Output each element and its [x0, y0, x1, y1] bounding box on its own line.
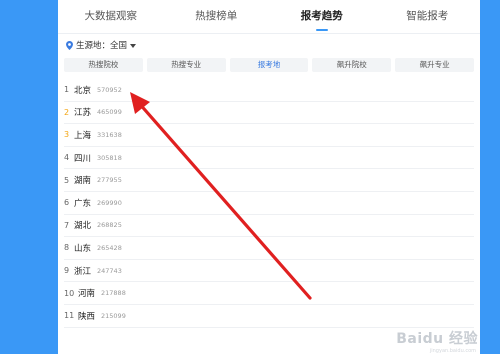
- region-count: 269990: [97, 198, 122, 207]
- region-count: 265428: [97, 243, 122, 252]
- rank-number: 5: [64, 175, 70, 185]
- right-background-frame: [480, 0, 500, 354]
- region-count: 305818: [97, 153, 122, 162]
- watermark-url: jingyan.baidu.com: [429, 348, 476, 354]
- region-count: 268825: [97, 221, 122, 230]
- origin-filter-dropdown[interactable]: 生源地：全国: [66, 38, 137, 52]
- list-item[interactable]: 6 广东 269990: [64, 192, 474, 215]
- region-name: 上海: [74, 130, 92, 141]
- region-count: 465099: [97, 108, 122, 117]
- region-name: 湖南: [74, 176, 92, 187]
- list-item[interactable]: 5 湖南 277955: [64, 169, 474, 192]
- list-item[interactable]: 8 山东 265428: [64, 237, 474, 260]
- tab-hot-search[interactable]: 热搜榜单: [164, 0, 270, 33]
- region-name: 湖北: [74, 221, 92, 232]
- tab-big-data[interactable]: 大数据观察: [58, 0, 164, 33]
- list-item[interactable]: 11 陕西 215099: [64, 305, 474, 328]
- rank-number: 3: [64, 130, 70, 140]
- rank-number: 6: [64, 198, 70, 208]
- list-item[interactable]: 2 江苏 465099: [64, 102, 474, 125]
- region-count: 247743: [97, 266, 122, 275]
- chevron-down-icon: [130, 43, 137, 48]
- list-item[interactable]: 3 上海 331638: [64, 124, 474, 147]
- rank-number: 9: [64, 266, 70, 276]
- app-panel: 大数据观察 热搜榜单 报考趋势 智能报考 生源地：全国 热搜院校 热搜专业 报考…: [58, 0, 480, 354]
- subtab-hot-schools[interactable]: 热搜院校: [64, 58, 143, 72]
- region-count: 277955: [97, 176, 122, 185]
- origin-filter-label: 生源地：全国: [76, 41, 128, 51]
- subtab-rising-majors[interactable]: 飙升专业: [395, 58, 474, 72]
- region-name: 江苏: [74, 108, 92, 119]
- subtab-application-region[interactable]: 报考地: [229, 58, 309, 72]
- rank-number: 2: [64, 107, 70, 117]
- region-ranking-list: 1 北京 570952 2 江苏 465099 3 上海 331638 4 四川 305818 …: [64, 79, 474, 328]
- region-name: 广东: [74, 198, 92, 209]
- list-item[interactable]: 1 北京 570952: [64, 79, 474, 102]
- rank-number: 4: [64, 153, 70, 163]
- subtab-hot-majors[interactable]: 热搜专业: [146, 58, 226, 72]
- watermark-logo: Baidu 经验: [396, 331, 478, 347]
- tab-smart-application[interactable]: 智能报考: [375, 0, 481, 33]
- location-pin-icon: [66, 40, 73, 50]
- rank-number: 8: [64, 243, 70, 253]
- region-name: 山东: [74, 243, 92, 254]
- region-count: 570952: [97, 85, 122, 94]
- rank-number: 1: [64, 85, 70, 95]
- list-item[interactable]: 4 四川 305818: [64, 147, 474, 170]
- region-count: 215099: [101, 311, 126, 320]
- subtab-rising-schools[interactable]: 飙升院校: [312, 58, 392, 72]
- rank-number: 11: [64, 311, 75, 321]
- top-tab-bar: 大数据观察 热搜榜单 报考趋势 智能报考: [58, 0, 480, 34]
- rank-number: 10: [64, 288, 75, 298]
- region-name: 陕西: [78, 311, 96, 322]
- list-item[interactable]: 10 河南 217888: [64, 282, 474, 305]
- region-count: 331638: [97, 130, 122, 139]
- tab-application-trends[interactable]: 报考趋势: [269, 0, 375, 33]
- left-background-frame: [0, 0, 58, 354]
- list-item[interactable]: 7 湖北 268825: [64, 215, 474, 238]
- region-name: 浙江: [74, 266, 92, 277]
- list-item[interactable]: 9 浙江 247743: [64, 260, 474, 283]
- region-name: 北京: [74, 85, 92, 96]
- region-name: 河南: [78, 289, 96, 300]
- region-name: 四川: [74, 153, 92, 164]
- rank-number: 7: [64, 220, 70, 230]
- region-count: 217888: [101, 289, 126, 298]
- sub-tab-bar: 热搜院校 热搜专业 报考地 飙升院校 飙升专业: [64, 58, 474, 72]
